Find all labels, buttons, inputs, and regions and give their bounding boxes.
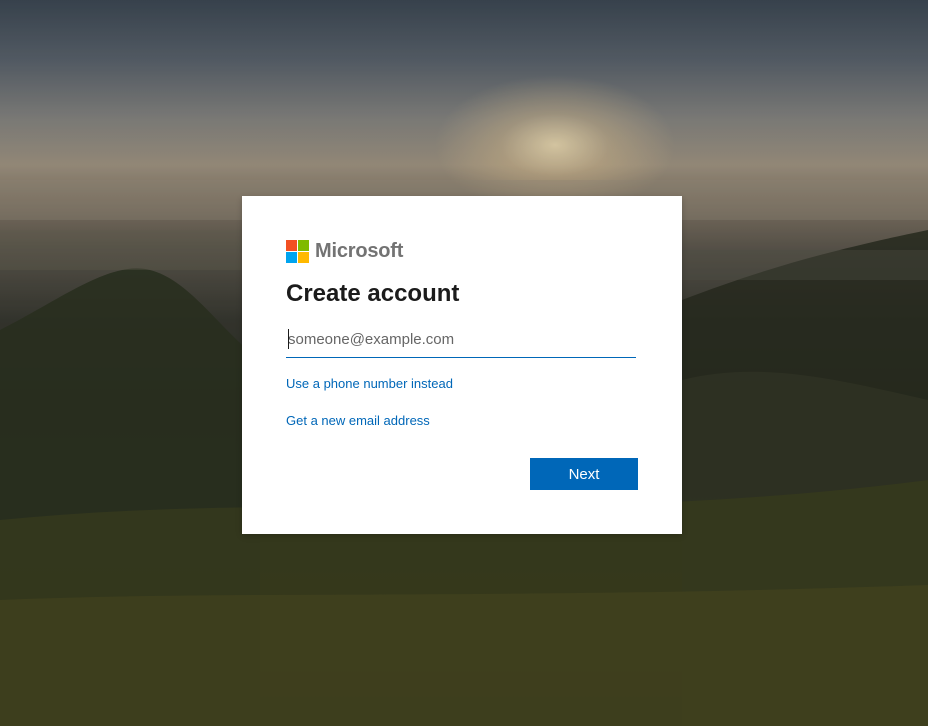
signup-card: Microsoft Create account Use a phone num… [242,196,682,534]
microsoft-logo: Microsoft [286,240,403,263]
logo-square-red [286,240,297,251]
page-title: Create account [286,280,460,307]
email-input[interactable] [286,323,636,355]
use-phone-link[interactable]: Use a phone number instead [286,376,453,391]
text-caret [288,329,289,349]
logo-square-yellow [298,252,309,263]
logo-square-blue [286,252,297,263]
email-field-container [286,323,636,358]
brand-name: Microsoft [315,240,404,262]
next-button[interactable]: Next [530,458,638,490]
get-new-email-link[interactable]: Get a new email address [286,413,430,428]
microsoft-logo-icon [286,240,309,263]
logo-square-green [298,240,309,251]
